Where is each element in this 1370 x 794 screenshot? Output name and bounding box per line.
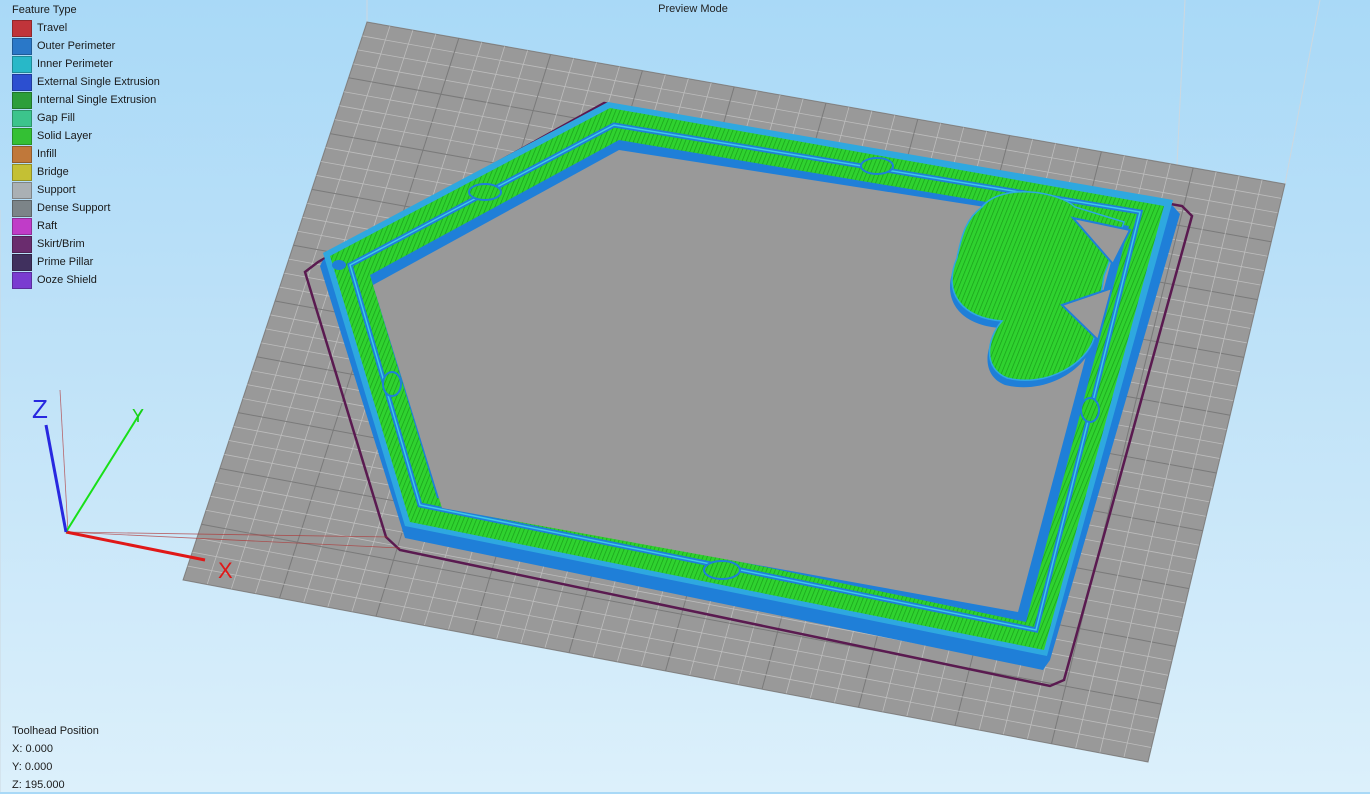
axis-x-label: X bbox=[218, 558, 233, 583]
3d-viewport[interactable]: X Y Z bbox=[0, 0, 1370, 792]
legend-swatch bbox=[12, 73, 32, 91]
toolhead-title: Toolhead Position bbox=[12, 725, 99, 737]
legend-item-skirt-brim: Skirt/Brim bbox=[12, 235, 160, 253]
legend-item-support: Support bbox=[12, 181, 160, 199]
legend-swatch bbox=[12, 19, 32, 37]
legend-items: Travel Outer Perimeter Inner Perimeter E… bbox=[12, 19, 160, 289]
legend-title: Feature Type bbox=[12, 4, 77, 16]
legend-label: Outer Perimeter bbox=[37, 40, 116, 52]
legend-label: Travel bbox=[37, 22, 68, 34]
legend-swatch bbox=[12, 55, 32, 73]
feature-type-legend: Feature Type Travel Outer Perimeter Inne… bbox=[12, 3, 160, 289]
toolhead-z: Z: 195.000 bbox=[12, 779, 65, 791]
legend-item-infill: Infill bbox=[12, 145, 160, 163]
legend-item-solid-layer: Solid Layer bbox=[12, 127, 160, 145]
legend-label: Solid Layer bbox=[37, 130, 93, 142]
legend-item-internal-single-extrusion: Internal Single Extrusion bbox=[12, 91, 160, 109]
legend-item-raft: Raft bbox=[12, 217, 160, 235]
legend-swatch bbox=[12, 109, 32, 127]
legend-label: Support bbox=[37, 184, 76, 196]
legend-swatch bbox=[12, 181, 32, 199]
legend-label: Prime Pillar bbox=[37, 256, 94, 268]
legend-label: External Single Extrusion bbox=[37, 76, 160, 88]
legend-swatch bbox=[12, 199, 32, 217]
legend-label: Internal Single Extrusion bbox=[37, 94, 157, 106]
legend-item-gap-fill: Gap Fill bbox=[12, 109, 160, 127]
legend-label: Ooze Shield bbox=[37, 274, 97, 286]
legend-label: Skirt/Brim bbox=[37, 238, 85, 250]
legend-swatch bbox=[12, 163, 32, 181]
legend-item-external-single-extrusion: External Single Extrusion bbox=[12, 73, 160, 91]
legend-swatch bbox=[12, 235, 32, 253]
legend-swatch bbox=[12, 127, 32, 145]
legend-item-dense-support: Dense Support bbox=[12, 199, 160, 217]
legend-label: Infill bbox=[37, 148, 57, 160]
axis-z-label: Z bbox=[32, 394, 48, 424]
legend-label: Gap Fill bbox=[37, 112, 75, 124]
legend-swatch bbox=[12, 217, 32, 235]
legend-item-travel: Travel bbox=[12, 19, 160, 37]
legend-label: Bridge bbox=[37, 166, 69, 178]
legend-label: Dense Support bbox=[37, 202, 111, 214]
toolhead-y: Y: 0.000 bbox=[12, 761, 53, 773]
legend-item-ooze-shield: Ooze Shield bbox=[12, 271, 160, 289]
legend-swatch bbox=[12, 253, 32, 271]
legend-item-prime-pillar: Prime Pillar bbox=[12, 253, 160, 271]
axis-y-label: Y bbox=[132, 406, 144, 426]
legend-label: Raft bbox=[37, 220, 58, 232]
legend-swatch bbox=[12, 271, 32, 289]
legend-swatch bbox=[12, 37, 32, 55]
legend-swatch bbox=[12, 145, 32, 163]
legend-item-outer-perimeter: Outer Perimeter bbox=[12, 37, 160, 55]
toolhead-x: X: 0.000 bbox=[12, 743, 53, 755]
legend-label: Inner Perimeter bbox=[37, 58, 113, 70]
preview-mode-label: Preview Mode bbox=[658, 3, 728, 15]
legend-item-inner-perimeter: Inner Perimeter bbox=[12, 55, 160, 73]
legend-swatch bbox=[12, 91, 32, 109]
toolhead-position-panel: Toolhead Position X: 0.000 Y: 0.000 Z: 1… bbox=[12, 722, 99, 794]
legend-item-bridge: Bridge bbox=[12, 163, 160, 181]
